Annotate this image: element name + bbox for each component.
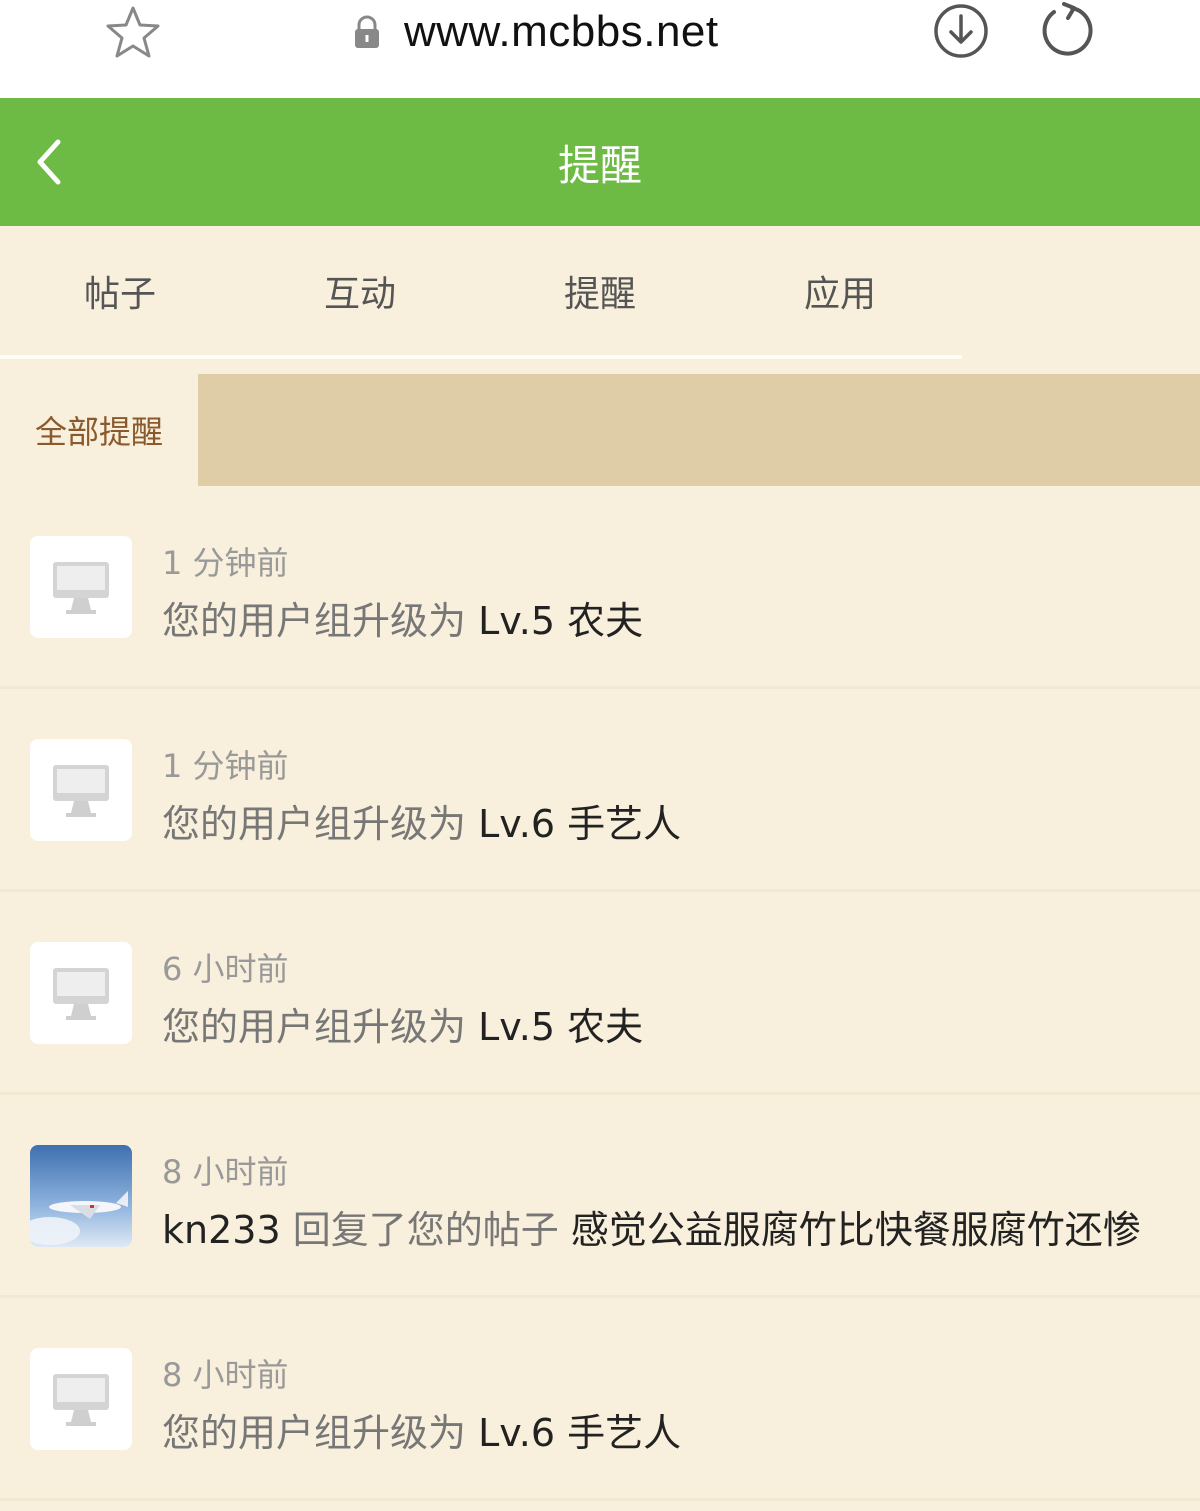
notification-text: kn233 回复了您的帖子 感觉公益服腐竹比快餐服腐竹还惨 — [162, 1199, 1141, 1254]
computer-icon — [53, 765, 109, 817]
notification-prefix: 您的用户组升级为 — [162, 802, 479, 846]
notification-time: 8 小时前 — [162, 1153, 289, 1191]
tab-bar: 帖子 互动 提醒 应用 — [0, 226, 1200, 356]
subnav: 全部提醒 — [0, 374, 1200, 486]
address-field[interactable]: www.mcbbs.net — [352, 6, 719, 58]
avatar[interactable] — [30, 739, 132, 841]
list-item[interactable]: 8 小时前 kn233 回复了您的帖子 感觉公益服腐竹比快餐服腐竹还惨 — [0, 1095, 1200, 1298]
notification-text: 您的用户组升级为 Lv.6 手艺人 — [162, 793, 681, 848]
notification-thread-link[interactable]: 感觉公益服腐竹比快餐服腐竹还惨 — [571, 1208, 1141, 1252]
reload-icon[interactable] — [1036, 0, 1096, 60]
airplane-photo — [30, 1145, 132, 1247]
tab-apps[interactable]: 应用 — [720, 226, 960, 356]
notification-time: 6 小时前 — [162, 950, 289, 988]
avatar[interactable] — [30, 536, 132, 638]
browser-bar: www.mcbbs.net — [0, 0, 1200, 98]
back-arrow-icon[interactable] — [32, 136, 68, 188]
notification-time: 8 小时前 — [162, 1356, 289, 1394]
notification-time: 1 分钟前 — [162, 544, 289, 582]
star-icon[interactable] — [104, 4, 162, 62]
notification-highlight: Lv.5 农夫 — [478, 1005, 644, 1049]
avatar[interactable] — [30, 1145, 132, 1247]
tab-underline — [0, 355, 962, 359]
notification-text: 您的用户组升级为 Lv.6 手艺人 — [162, 1402, 681, 1457]
list-item[interactable]: 6 小时前 您的用户组升级为 Lv.5 农夫 — [0, 892, 1200, 1095]
list-item[interactable]: 8 小时前 您的用户组升级为 Lv.6 手艺人 — [0, 1298, 1200, 1501]
notification-text: 您的用户组升级为 Lv.5 农夫 — [162, 996, 643, 1051]
tab-interaction[interactable]: 互动 — [240, 226, 480, 356]
tab-posts[interactable]: 帖子 — [0, 226, 240, 356]
notification-highlight: Lv.6 手艺人 — [478, 1411, 682, 1455]
app-header: 提醒 — [0, 98, 1200, 226]
notification-highlight: Lv.5 农夫 — [478, 599, 644, 643]
notification-list: 1 分钟前 您的用户组升级为 Lv.5 农夫 1 分钟前 您的用户组升级为 Lv… — [0, 486, 1200, 1501]
computer-icon — [53, 562, 109, 614]
lock-icon — [355, 15, 379, 48]
avatar[interactable] — [30, 1348, 132, 1450]
subnav-all-reminders[interactable]: 全部提醒 — [0, 374, 198, 486]
list-item[interactable]: 1 分钟前 您的用户组升级为 Lv.5 农夫 — [0, 486, 1200, 689]
computer-icon — [53, 968, 109, 1020]
notification-action: 回复了您的帖子 — [280, 1208, 571, 1252]
notification-highlight: Lv.6 手艺人 — [478, 802, 682, 846]
url-text: www.mcbbs.net — [404, 7, 719, 56]
list-item[interactable]: 1 分钟前 您的用户组升级为 Lv.6 手艺人 — [0, 689, 1200, 892]
download-icon[interactable] — [932, 2, 990, 60]
notification-text: 您的用户组升级为 Lv.5 农夫 — [162, 590, 643, 645]
computer-icon — [53, 1374, 109, 1426]
notification-prefix: 您的用户组升级为 — [162, 1411, 479, 1455]
notification-time: 1 分钟前 — [162, 747, 289, 785]
notification-user-link[interactable]: kn233 — [162, 1208, 281, 1252]
notification-prefix: 您的用户组升级为 — [162, 599, 479, 643]
notification-prefix: 您的用户组升级为 — [162, 1005, 479, 1049]
avatar[interactable] — [30, 942, 132, 1044]
subnav-bar — [198, 374, 1200, 486]
tab-reminders[interactable]: 提醒 — [480, 226, 720, 356]
page-title: 提醒 — [557, 140, 642, 190]
